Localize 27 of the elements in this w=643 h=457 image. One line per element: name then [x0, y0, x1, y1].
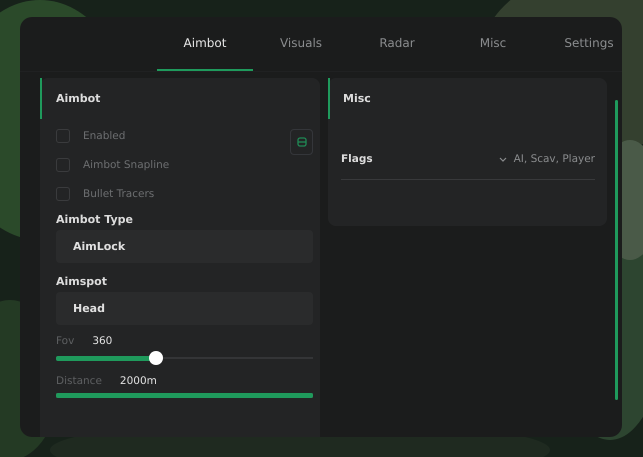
checkbox[interactable] — [56, 158, 70, 172]
checkbox[interactable] — [56, 187, 70, 201]
scrollbar[interactable] — [615, 100, 618, 400]
tab[interactable]: Misc — [445, 17, 541, 71]
slider-label: Fov — [56, 335, 74, 349]
dropdown[interactable]: AimLock — [56, 230, 313, 263]
dropdown-label: Aimspot — [56, 275, 108, 289]
slider[interactable] — [56, 393, 313, 398]
checkbox[interactable] — [56, 129, 70, 143]
checkbox-label: Bullet Tracers — [83, 188, 154, 200]
tab[interactable]: Radar — [349, 17, 445, 71]
chevron-down-icon — [498, 156, 507, 162]
slider-label: Distance — [56, 375, 102, 389]
tab[interactable]: Aimbot — [157, 17, 253, 71]
panel-title: Misc — [328, 78, 595, 119]
checkbox-label: Enabled — [83, 130, 126, 142]
settings-button[interactable] — [290, 129, 313, 155]
tab[interactable]: Settings — [541, 17, 637, 71]
panel-title: Aimbot — [40, 78, 313, 119]
checkbox-label: Aimbot Snapline — [83, 159, 170, 171]
flags-dropdown[interactable]: Flags AI, Scav, Player — [341, 139, 595, 180]
tab[interactable]: Visuals — [253, 17, 349, 71]
slider-value: 360 — [92, 335, 112, 349]
slider-value: 2000m — [120, 375, 157, 389]
dropdown-label: Aimbot Type — [56, 213, 134, 227]
dropdown[interactable]: Head — [56, 292, 313, 325]
database-icon — [296, 137, 306, 147]
